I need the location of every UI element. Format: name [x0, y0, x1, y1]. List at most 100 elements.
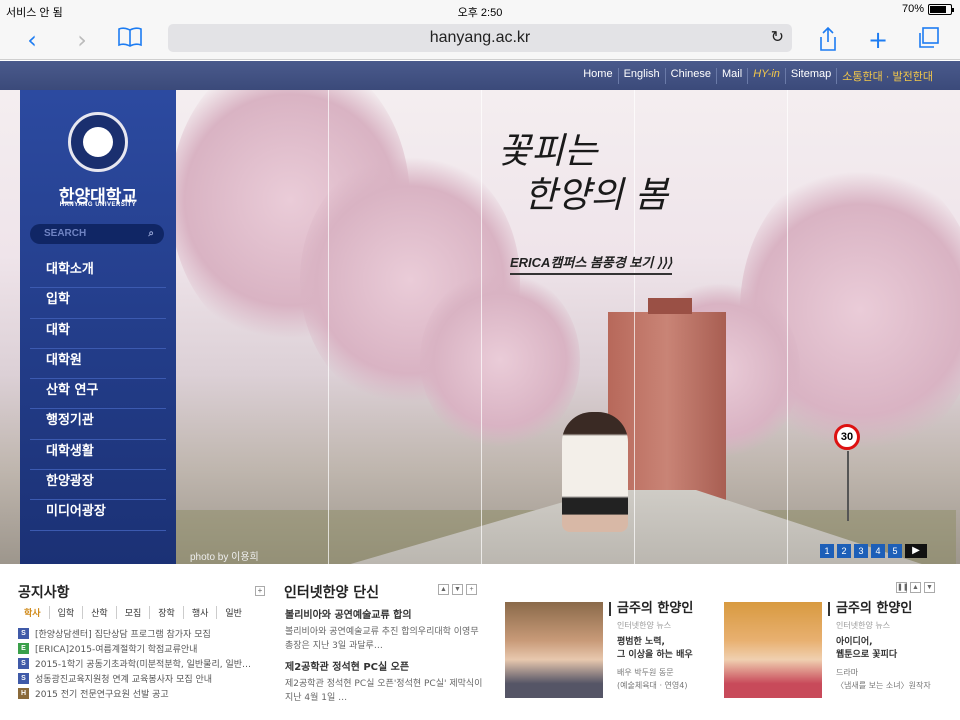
menu-item-media[interactable]: 미디어광장: [30, 500, 166, 531]
card-headline[interactable]: 아이디어, 웹툰으로 꽃피다: [836, 636, 897, 662]
news-title[interactable]: 인터넷한양 단신: [284, 582, 379, 602]
notice-text[interactable]: 성동광진교육지원청 연계 교육봉사자 모집 안내: [35, 672, 212, 685]
card-headline-line: 웹툰으로 꽃피다: [836, 650, 898, 660]
slide-page-button[interactable]: 5: [888, 544, 902, 558]
notice-tab-academic[interactable]: 학사: [24, 606, 49, 619]
browser-toolbar: ‹ › hanyang.ac.kr ↻ +: [0, 20, 960, 60]
notice-tab-admission[interactable]: 입학: [48, 606, 83, 619]
menu-item-graduate[interactable]: 대학원: [30, 349, 166, 380]
campus-badge: S: [18, 658, 29, 669]
notice-tab-event[interactable]: 행사: [182, 606, 217, 619]
forward-icon[interactable]: ›: [68, 26, 96, 54]
status-bar: 서비스 안 됨 오후 2:50 70%: [0, 0, 960, 20]
slide-divider: [787, 90, 788, 564]
notice-text[interactable]: [ERICA]2015-여름계절학기 학점교류안내: [35, 642, 197, 655]
person-card[interactable]: 금주의 한양인 인터넷한양 뉴스 평범한 노력, 그 이상을 하는 배우 배우 …: [505, 602, 715, 698]
blossom-tree: [420, 270, 580, 450]
slide-page-button[interactable]: 1: [820, 544, 834, 558]
next-icon[interactable]: ▼: [452, 584, 463, 595]
notice-text[interactable]: 2015 전기 전문연구요원 선발 공고: [35, 687, 169, 700]
bookmarks-icon[interactable]: [116, 26, 144, 54]
tabs-icon[interactable]: [914, 26, 942, 54]
share-icon[interactable]: [814, 26, 842, 54]
card-meta: 드라마 〈냄새를 보는 소녀〉원작자: [836, 666, 931, 692]
menu-item-campus-life[interactable]: 대학생활: [30, 440, 166, 471]
card-meta-line: 배우 박두원 동문: [617, 668, 674, 677]
campus-badge: S: [18, 628, 29, 639]
pause-icon[interactable]: ❚❚: [896, 582, 909, 593]
nav-home[interactable]: Home: [578, 68, 617, 84]
list-item[interactable]: H 2015 전기 전문연구요원 선발 공고: [18, 686, 268, 701]
slide-divider: [481, 90, 482, 564]
search-icon[interactable]: ⌕: [148, 224, 154, 244]
prev-icon[interactable]: ▲: [910, 582, 921, 593]
notice-title[interactable]: 공지사항: [18, 582, 70, 602]
news-more-icon[interactable]: +: [466, 584, 477, 595]
nav-english[interactable]: English: [617, 68, 665, 84]
news-headline[interactable]: 볼리비아와 공연예술교류 합의: [285, 606, 485, 621]
menu-item-about[interactable]: 대학소개: [30, 258, 166, 289]
list-item[interactable]: S 성동광진교육지원청 연계 교육봉사자 모집 안내: [18, 671, 268, 686]
card-title: 금주의 한양인: [828, 602, 912, 616]
nav-chinese[interactable]: Chinese: [664, 68, 716, 84]
next-icon[interactable]: ▼: [924, 582, 935, 593]
news-headline[interactable]: 제2공학관 정석현 PC실 오픈: [285, 658, 485, 673]
menu-item-admission[interactable]: 입학: [30, 288, 166, 319]
notice-text[interactable]: 2015-1학기 공동기초과학(미분적분학, 일반물리, 일반…: [35, 657, 251, 670]
menu-item-plaza[interactable]: 한양광장: [30, 470, 166, 501]
erica-campus-link[interactable]: ERICA캠퍼스 봄풍경 보기 ⟩⟩⟩: [510, 252, 673, 275]
nav-sitemap[interactable]: Sitemap: [784, 68, 836, 84]
left-nav-panel: 한양대학교 HANYANG UNIVERSITY SEARCH ⌕ 대학소개 입…: [20, 90, 176, 564]
nav-mail[interactable]: Mail: [716, 68, 747, 84]
list-item[interactable]: S 2015-1학기 공동기초과학(미분적분학, 일반물리, 일반…: [18, 656, 268, 671]
battery-icon: [928, 3, 954, 15]
nav-hy-in[interactable]: HY-in: [747, 68, 785, 84]
slide-page-button[interactable]: 2: [837, 544, 851, 558]
notice-text[interactable]: [한양상담센터] 집단상담 프로그램 참가자 모집: [35, 627, 211, 640]
list-item[interactable]: S [한양상담센터] 집단상담 프로그램 참가자 모집: [18, 626, 268, 641]
back-icon[interactable]: ‹: [18, 26, 46, 54]
battery-percent: 70%: [901, 3, 924, 15]
campus-badge: E: [18, 643, 29, 654]
person-photo[interactable]: [724, 602, 822, 698]
menu-item-college[interactable]: 대학: [30, 319, 166, 349]
new-tab-icon[interactable]: +: [864, 26, 892, 54]
battery-indicator: 70%: [901, 3, 954, 15]
play-icon[interactable]: ▶: [905, 544, 927, 558]
menu-item-administration[interactable]: 행정기관: [30, 409, 166, 440]
notice-tab-general[interactable]: 일반: [216, 606, 250, 619]
card-headline-line: 평범한 노력,: [617, 637, 665, 647]
notice-tab-recruit[interactable]: 모집: [115, 606, 150, 619]
person-figure: [562, 412, 628, 532]
notice-tab-scholarship[interactable]: 장학: [149, 606, 183, 619]
clock: 오후 2:50: [457, 7, 503, 19]
search-input[interactable]: SEARCH ⌕: [30, 224, 164, 244]
university-seal-logo[interactable]: [68, 112, 128, 172]
person-photo[interactable]: [505, 602, 603, 698]
notice-list: S [한양상담센터] 집단상담 프로그램 참가자 모집 E [ERICA]2015-…: [18, 626, 268, 701]
notice-tab-industry[interactable]: 산학: [82, 606, 116, 619]
campus-badge: S: [18, 673, 29, 684]
photo-credit: photo by 이용희: [190, 552, 259, 563]
hero-title: 꽃피는 한양의 봄: [498, 130, 668, 218]
slide-divider: [328, 90, 329, 564]
news-item[interactable]: 볼리비아와 공연예술교류 합의 볼리비아와 공연예술교류 추진 합의우리대학 이…: [285, 606, 485, 653]
list-item[interactable]: E [ERICA]2015-여름계절학기 학점교류안내: [18, 641, 268, 656]
speed-sign: 30: [834, 424, 860, 521]
slide-page-button[interactable]: 3: [854, 544, 868, 558]
news-body: 제2공학관 정석현 PC실 오픈'정석현 PC실' 제막식이 지난 4월 1일 …: [285, 679, 483, 703]
hero-title-line2: 한양의 봄: [524, 175, 668, 216]
card-headline[interactable]: 평범한 노력, 그 이상을 하는 배우: [617, 636, 693, 662]
news-controls: ▲ ▼ +: [438, 584, 477, 595]
reload-icon[interactable]: ↻: [771, 24, 784, 52]
notice-more-icon[interactable]: +: [255, 586, 265, 596]
nav-campaign[interactable]: 소통한대 · 발전한대: [836, 68, 938, 84]
site-top-nav: Home English Chinese Mail HY-in Sitemap …: [0, 61, 960, 90]
menu-item-research[interactable]: 산학 연구: [30, 379, 166, 410]
prev-icon[interactable]: ▲: [438, 584, 449, 595]
slide-page-button[interactable]: 4: [871, 544, 885, 558]
content-section: 공지사항 + 학사 입학 산학 모집 장학 행사 일반 S [한양상담센터] 집단…: [0, 564, 960, 720]
address-bar[interactable]: hanyang.ac.kr ↻: [168, 24, 792, 52]
news-item[interactable]: 제2공학관 정석현 PC실 오픈 제2공학관 정석현 PC실 오픈'정석현 PC…: [285, 658, 485, 705]
person-card[interactable]: 금주의 한양인 인터넷한양 뉴스 아이디어, 웹툰으로 꽃피다 드라마 〈냄새를…: [724, 602, 934, 698]
